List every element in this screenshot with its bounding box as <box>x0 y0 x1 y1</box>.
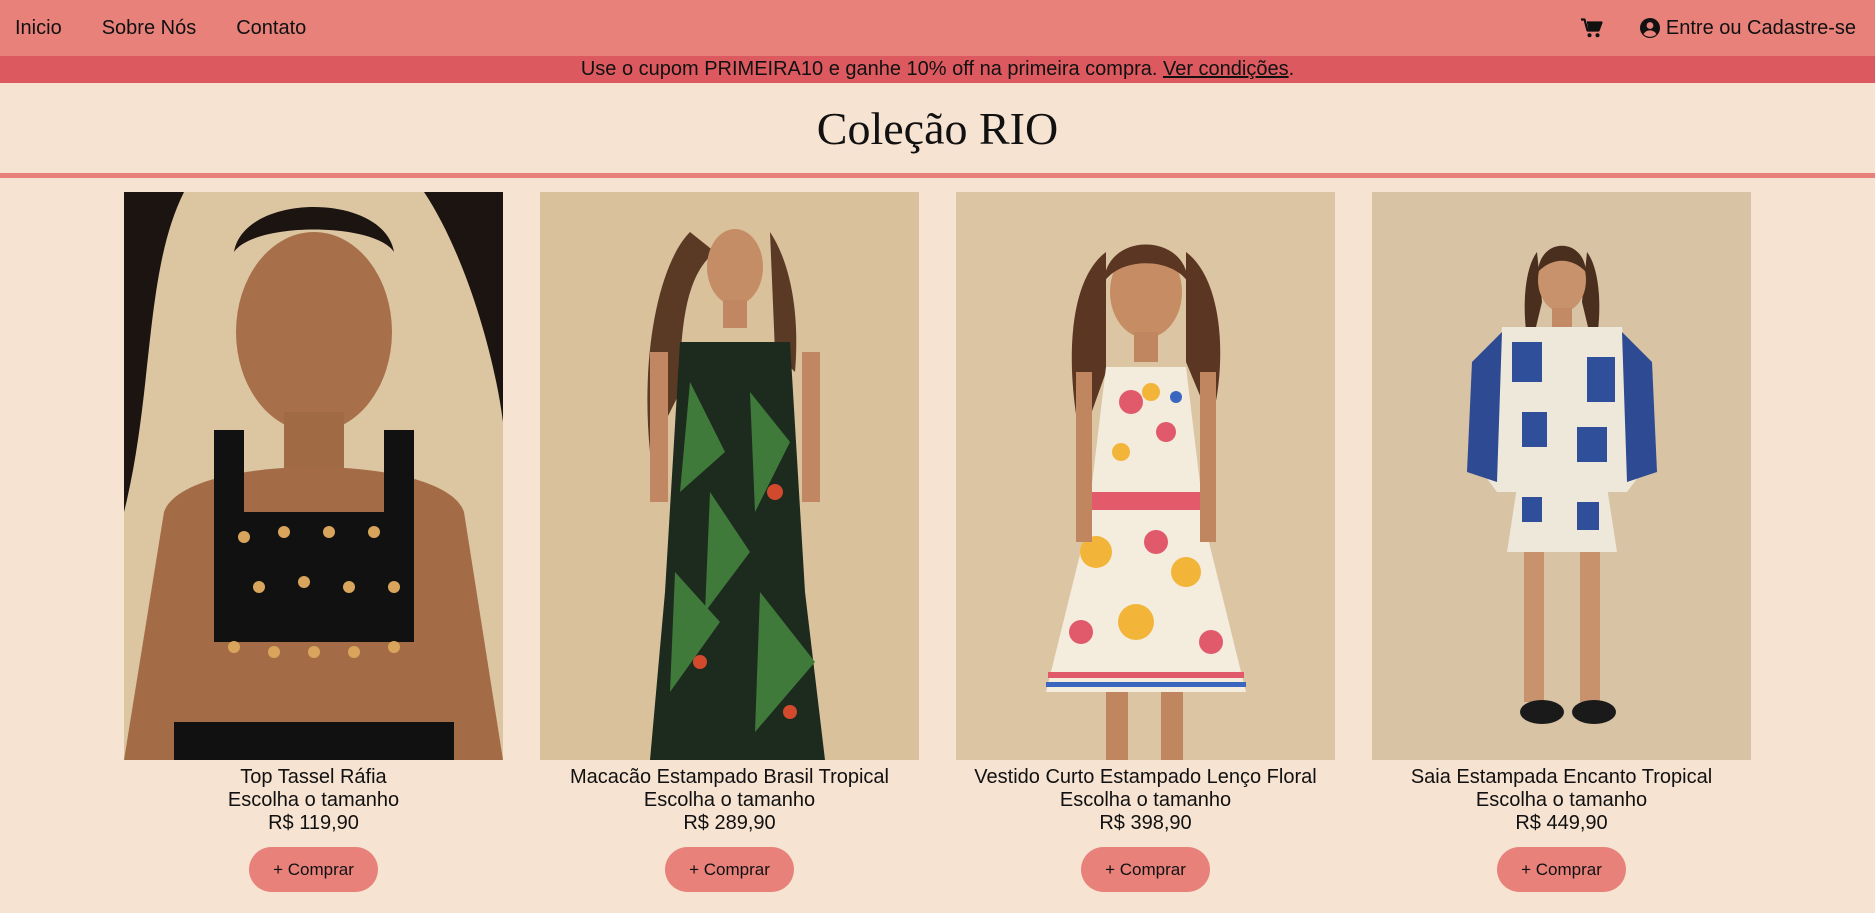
nav-link-sobre-nos[interactable]: Sobre Nós <box>102 17 197 40</box>
product-price: R$ 119,90 <box>268 812 359 834</box>
product-image[interactable] <box>540 192 919 760</box>
nav-link-inicio[interactable]: Inicio <box>15 17 62 40</box>
product-name[interactable]: Vestido Curto Estampado Lenço Floral <box>974 766 1316 789</box>
product-grid: Top Tassel Ráfia Escolha o tamanho R$ 11… <box>0 178 1875 892</box>
nav-actions: Entre ou Cadastre-se <box>1580 16 1860 40</box>
product-image[interactable] <box>956 192 1335 760</box>
product-price: R$ 398,90 <box>1099 812 1192 834</box>
product-name[interactable]: Top Tassel Ráfia <box>240 766 386 789</box>
product-card: Saia Estampada Encanto Tropical Escolha … <box>1372 192 1751 892</box>
buy-button[interactable]: + Comprar <box>249 847 378 892</box>
promo-suffix: . <box>1288 58 1295 80</box>
buy-button[interactable]: + Comprar <box>1497 847 1626 892</box>
page-title: Coleção RIO <box>816 102 1059 154</box>
buy-button[interactable]: + Comprar <box>1081 847 1210 892</box>
product-image[interactable] <box>124 192 503 760</box>
size-selector[interactable]: Escolha o tamanho <box>1060 789 1231 812</box>
product-image[interactable] <box>1372 192 1751 760</box>
promo-banner: Use o cupom PRIMEIRA10 e ganhe 10% off n… <box>0 56 1875 83</box>
size-selector[interactable]: Escolha o tamanho <box>1476 789 1647 812</box>
cart-icon[interactable] <box>1580 16 1604 40</box>
user-circle-icon <box>1639 18 1660 38</box>
top-navigation: Inicio Sobre Nós Contato Entre ou Cadast… <box>0 0 1875 56</box>
promo-text: Use o cupom PRIMEIRA10 e ganhe 10% off n… <box>580 58 1163 80</box>
product-price: R$ 449,90 <box>1515 812 1608 834</box>
product-name[interactable]: Macacão Estampado Brasil Tropical <box>570 766 889 789</box>
product-name[interactable]: Saia Estampada Encanto Tropical <box>1411 766 1712 789</box>
account-label: Entre ou Cadastre-se <box>1665 16 1856 39</box>
login-signup-link[interactable]: Entre ou Cadastre-se <box>1639 16 1856 40</box>
promo-conditions-link[interactable]: Ver condições <box>1163 58 1289 81</box>
product-price: R$ 289,90 <box>683 812 776 834</box>
buy-button[interactable]: + Comprar <box>665 847 794 892</box>
size-selector[interactable]: Escolha o tamanho <box>228 789 399 812</box>
collection-header: Coleção RIO <box>0 83 1875 178</box>
product-card: Top Tassel Ráfia Escolha o tamanho R$ 11… <box>124 192 503 892</box>
nav-links: Inicio Sobre Nós Contato <box>15 17 306 40</box>
product-card: Vestido Curto Estampado Lenço Floral Esc… <box>956 192 1335 892</box>
nav-link-contato[interactable]: Contato <box>236 17 306 40</box>
size-selector[interactable]: Escolha o tamanho <box>644 789 815 812</box>
product-card: Macacão Estampado Brasil Tropical Escolh… <box>540 192 919 892</box>
